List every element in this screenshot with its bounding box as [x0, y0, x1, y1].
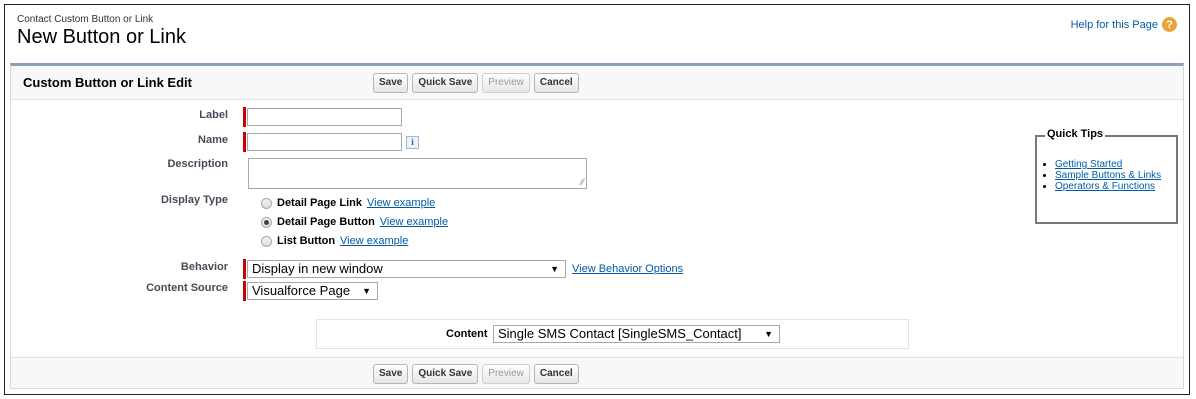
edit-block: Custom Button or Link Edit Save Quick Sa…: [10, 63, 1184, 389]
behavior-field-label: Behavior: [180, 261, 228, 273]
display-type-option[interactable]: List Button View example: [261, 235, 408, 247]
required-marker: [243, 132, 246, 152]
view-example-link[interactable]: View example: [367, 197, 435, 209]
view-example-link[interactable]: View example: [380, 216, 448, 228]
list-item: Getting Started: [1055, 159, 1161, 170]
operators-functions-link[interactable]: Operators & Functions: [1055, 181, 1155, 192]
view-behavior-options-link[interactable]: View Behavior Options: [572, 263, 683, 275]
content-field-label: Content: [446, 328, 488, 340]
label-field-label: Label: [199, 109, 228, 121]
content-section: Content Single SMS Contact [SingleSMS_Co…: [316, 319, 909, 349]
name-input[interactable]: [247, 133, 402, 151]
label-input[interactable]: [247, 108, 402, 126]
save-button[interactable]: Save: [373, 73, 409, 93]
required-marker: [243, 107, 246, 127]
content-source-field-label: Content Source: [146, 282, 228, 294]
display-type-option-label: Detail Page Link: [277, 197, 362, 209]
view-example-link[interactable]: View example: [340, 235, 408, 247]
preview-button[interactable]: Preview: [482, 364, 530, 384]
top-button-row: Save Quick Save Preview Cancel: [373, 73, 579, 93]
radio-button[interactable]: [261, 235, 272, 247]
sample-buttons-links-link[interactable]: Sample Buttons & Links: [1055, 170, 1161, 181]
quick-save-button[interactable]: Quick Save: [412, 364, 479, 384]
cancel-button[interactable]: Cancel: [533, 73, 579, 93]
getting-started-link[interactable]: Getting Started: [1055, 159, 1122, 170]
description-field-label: Description: [167, 158, 228, 170]
display-type-option-label: Detail Page Button: [277, 216, 375, 228]
display-type-option[interactable]: Detail Page Link View example: [261, 197, 435, 209]
dropdown-arrow-icon: ▼: [764, 329, 773, 339]
list-item: Operators & Functions: [1055, 181, 1161, 192]
quick-save-button[interactable]: Quick Save: [412, 73, 479, 93]
radio-button-checked[interactable]: [261, 216, 272, 228]
quick-tips-title: Quick Tips: [1045, 128, 1106, 140]
block-title: Custom Button or Link Edit: [23, 75, 192, 90]
content-source-select-value: Visualforce Page: [252, 283, 351, 298]
page-type-title: Contact Custom Button or Link: [17, 14, 154, 25]
help-icon[interactable]: ?: [1162, 17, 1177, 32]
cancel-button[interactable]: Cancel: [533, 364, 579, 384]
block-footer: Save Quick Save Preview Cancel: [11, 357, 1183, 390]
content-select-value: Single SMS Contact [SingleSMS_Contact]: [498, 326, 742, 341]
display-type-field-label: Display Type: [160, 194, 228, 206]
dropdown-arrow-icon: ▼: [550, 264, 559, 274]
quick-tips-list: Getting Started Sample Buttons & Links O…: [1045, 159, 1161, 192]
page-frame: Contact Custom Button or Link New Button…: [4, 4, 1190, 395]
quick-tips-box: Quick Tips Getting Started Sample Button…: [1035, 128, 1178, 224]
behavior-select-value: Display in new window: [252, 261, 383, 276]
display-type-option-label: List Button: [277, 235, 336, 247]
display-type-option[interactable]: Detail Page Button View example: [261, 216, 448, 228]
resize-handle-icon[interactable]: ⁄⁄: [581, 177, 584, 187]
name-field-label: Name: [198, 134, 228, 146]
radio-button[interactable]: [261, 197, 272, 209]
page-title: New Button or Link: [17, 26, 186, 48]
save-button[interactable]: Save: [373, 364, 409, 384]
behavior-select[interactable]: Display in new window ▼: [247, 260, 566, 278]
content-source-select[interactable]: Visualforce Page ▼: [247, 282, 378, 300]
content-select[interactable]: Single SMS Contact [SingleSMS_Contact] ▼: [493, 325, 780, 343]
required-marker: [243, 259, 246, 279]
help-link-label[interactable]: Help for this Page: [1071, 19, 1158, 31]
block-body: Label Name i Description ⁄⁄ Display Type…: [11, 100, 1183, 356]
required-marker: [243, 281, 246, 301]
block-header: Custom Button or Link Edit Save Quick Sa…: [11, 66, 1183, 100]
description-textarea[interactable]: ⁄⁄: [248, 158, 587, 189]
dropdown-arrow-icon: ▼: [362, 286, 371, 296]
list-item: Sample Buttons & Links: [1055, 170, 1161, 181]
preview-button[interactable]: Preview: [482, 73, 530, 93]
help-link[interactable]: Help for this Page ?: [1071, 17, 1177, 32]
info-icon[interactable]: i: [406, 136, 419, 149]
bottom-button-row: Save Quick Save Preview Cancel: [373, 364, 579, 384]
